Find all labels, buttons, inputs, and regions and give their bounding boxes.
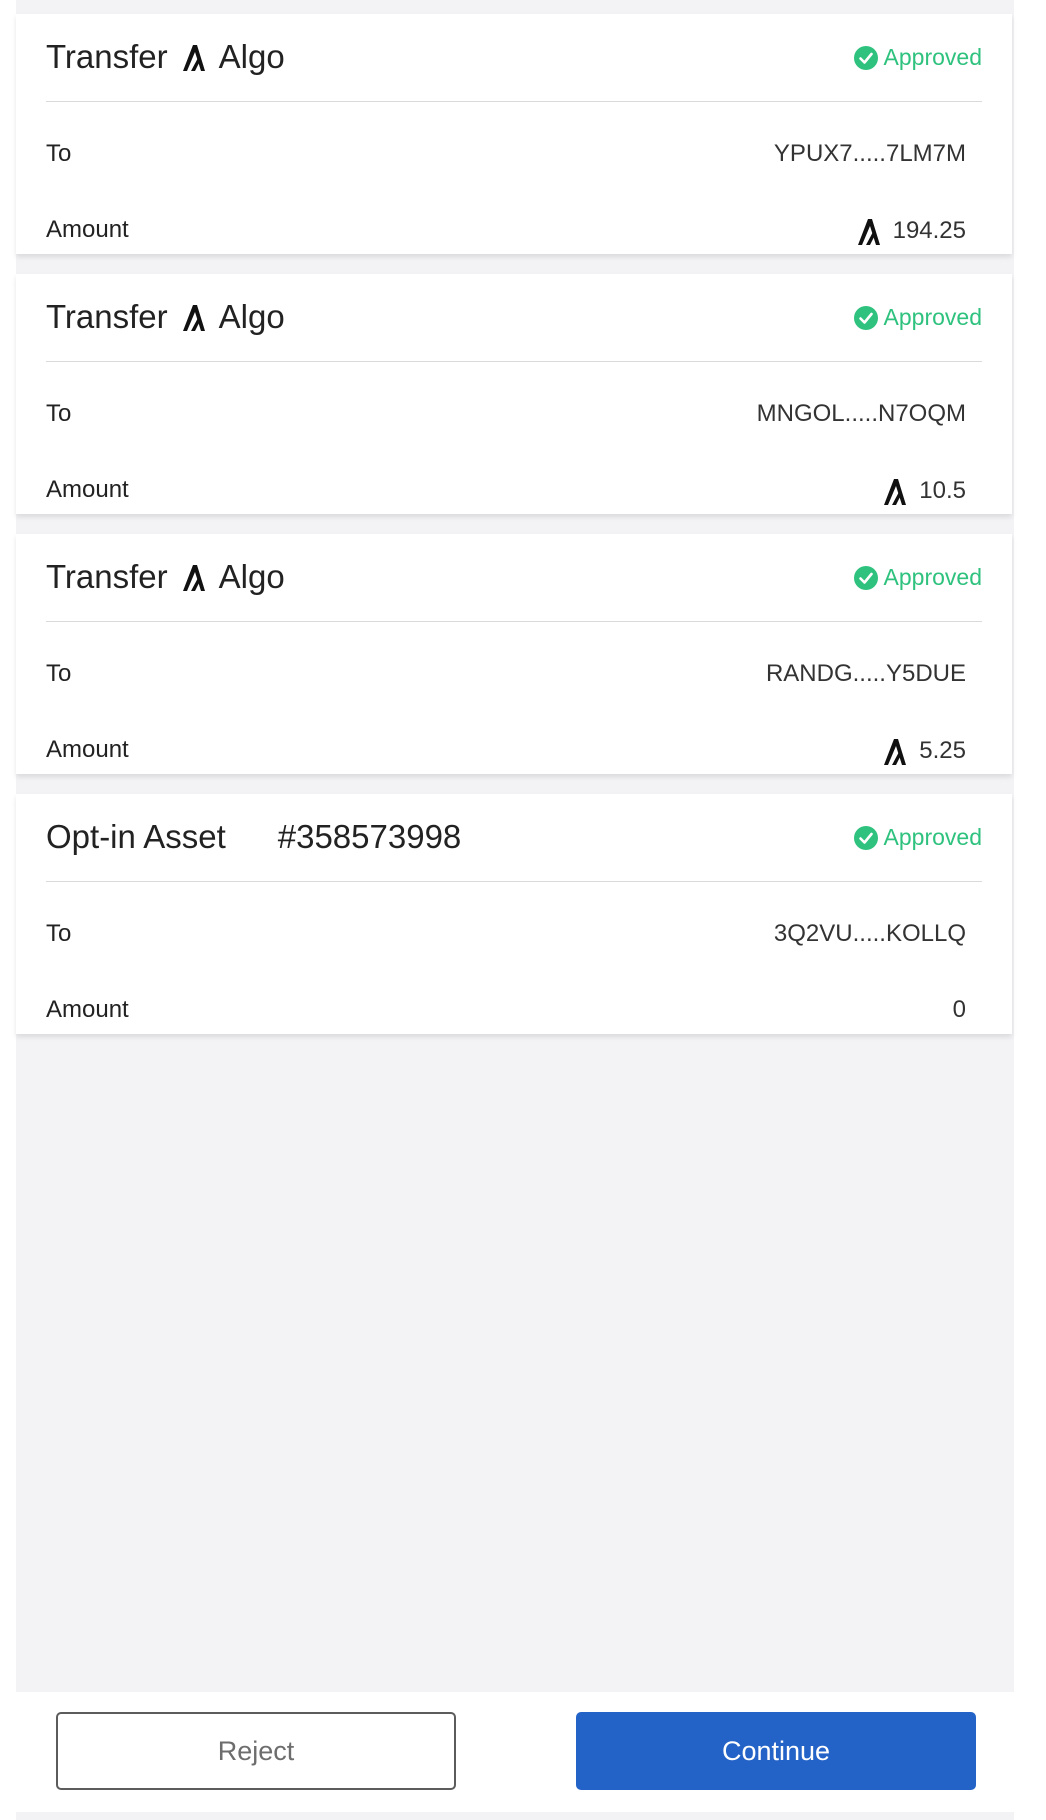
status-badge: Approved [853,824,982,851]
to-address: RANDG.....Y5DUE [765,660,966,687]
card-title: Transfer Algo [46,298,285,336]
transaction-card: Opt-in Asset #358573998 Approved To 3Q2V… [16,794,1012,1034]
algorand-logo-icon [182,305,205,331]
amount-value: 5.25 [919,737,966,764]
transaction-asset: Algo [218,298,285,335]
to-address: YPUX7.....7LM7M [773,140,966,167]
status-text: Approved [883,304,982,330]
bottom-strip [16,1812,1014,1820]
transaction-card: Transfer Algo Approved To MNGOL.....N7OQ… [16,274,1012,514]
action-footer: Reject Continue [16,1692,1014,1812]
asset-id: #358573998 [277,818,462,855]
amount-row: Amount 194.25 [46,210,966,250]
amount-value: 10.5 [919,477,966,504]
algorand-logo-icon [857,219,880,245]
card-header: Transfer Algo Approved [46,534,982,622]
amount-row: Amount 10.5 [46,470,966,510]
amount-value-wrap: 194.25 [855,216,966,246]
status-text: Approved [883,824,982,850]
transaction-asset: Algo [218,558,285,595]
check-circle-icon [853,565,878,590]
status-text: Approved [883,44,982,70]
reject-button[interactable]: Reject [56,1712,456,1790]
transaction-card: Transfer Algo Approved To RANDG.....Y5DU… [16,534,1012,774]
transaction-card: Transfer Algo Approved To YPUX7.....7LM7… [16,14,1012,254]
check-circle-icon [853,825,878,850]
to-label: To [46,400,72,427]
amount-label: Amount [46,736,129,763]
amount-value: 0 [952,996,966,1023]
transaction-type: Transfer [46,558,168,595]
to-row: To 3Q2VU.....KOLLQ [46,914,966,954]
algorand-logo-icon [182,565,205,591]
transaction-type: Transfer [46,298,168,335]
continue-button[interactable]: Continue [576,1712,976,1790]
status-badge: Approved [853,564,982,591]
to-row: To YPUX7.....7LM7M [46,134,966,174]
status-text: Approved [883,564,982,590]
algorand-logo-icon [884,739,907,765]
card-title: Transfer Algo [46,38,285,76]
card-header: Transfer Algo Approved [46,14,982,102]
algorand-logo-icon [884,479,907,505]
check-circle-icon [853,305,878,330]
card-title: Opt-in Asset #358573998 [46,818,461,856]
amount-value: 194.25 [892,217,966,244]
transaction-type: Transfer [46,38,168,75]
amount-label: Amount [46,476,129,503]
check-circle-icon [853,45,878,70]
status-badge: Approved [853,44,982,71]
algorand-logo-icon [182,45,205,71]
to-row: To MNGOL.....N7OQM [46,394,966,434]
card-header: Opt-in Asset #358573998 Approved [46,794,982,882]
card-header: Transfer Algo Approved [46,274,982,362]
transaction-asset: Algo [218,38,285,75]
to-label: To [46,140,72,167]
to-label: To [46,660,72,687]
transaction-type: Opt-in Asset [46,818,226,855]
status-badge: Approved [853,304,982,331]
amount-row: Amount 0 [46,990,966,1030]
amount-value-wrap: 10.5 [881,476,966,506]
card-title: Transfer Algo [46,558,285,596]
to-row: To RANDG.....Y5DUE [46,654,966,694]
amount-value-wrap: 5.25 [881,736,966,766]
amount-label: Amount [46,996,129,1023]
to-label: To [46,920,72,947]
amount-label: Amount [46,216,129,243]
amount-row: Amount 5.25 [46,730,966,770]
to-address: MNGOL.....N7OQM [756,400,966,427]
to-address: 3Q2VU.....KOLLQ [773,920,966,947]
